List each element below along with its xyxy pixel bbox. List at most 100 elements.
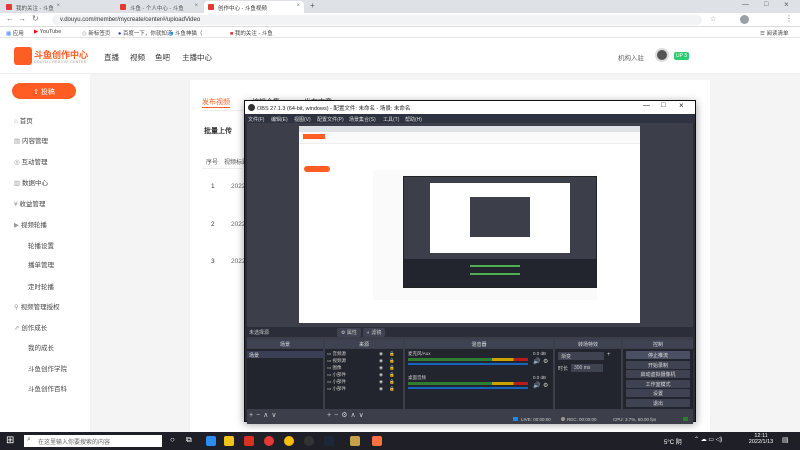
- taskbar-search[interactable]: ⌕ 在这里输入你要搜索的内容: [24, 435, 162, 447]
- upload-button[interactable]: ⇧ 投稿: [12, 83, 76, 99]
- stop-streaming-button[interactable]: 停止推流: [626, 351, 690, 359]
- chrome-icon[interactable]: [284, 436, 294, 446]
- app-icon[interactable]: [244, 436, 254, 446]
- new-tab-icon[interactable]: +: [310, 1, 315, 10]
- sidebar-item[interactable]: 轮播设置: [28, 240, 54, 250]
- source-item[interactable]: ▭ 视频源 ◉ 🔒: [327, 358, 401, 364]
- bookmark-follow[interactable]: ■ 我的关注 - 斗鱼: [230, 29, 273, 37]
- lock-icon[interactable]: 🔒: [389, 365, 395, 371]
- transition-select[interactable]: 渐变: [558, 352, 604, 360]
- nav-anchor-center[interactable]: 主播中心: [182, 52, 212, 63]
- scene-item[interactable]: 场景: [247, 351, 323, 359]
- maximize-icon[interactable]: □: [764, 1, 768, 8]
- lock-icon[interactable]: 🔒: [389, 386, 395, 392]
- start-recording-button[interactable]: 开始录制: [626, 360, 690, 369]
- profile-avatar-icon[interactable]: [740, 15, 749, 24]
- lock-icon[interactable]: 🔒: [389, 351, 395, 357]
- gear-icon[interactable]: ⚙: [543, 358, 548, 365]
- source-item[interactable]: ▭ 小部件 ◉ 🔒: [327, 386, 401, 392]
- windows-start-icon[interactable]: ⊞: [6, 435, 14, 446]
- back-icon[interactable]: ←: [6, 14, 14, 23]
- settings-button[interactable]: 设置: [626, 389, 690, 397]
- sidebar-item[interactable]: 定时轮播: [28, 281, 54, 291]
- edge-icon[interactable]: [206, 436, 216, 446]
- gear-icon[interactable]: ⚙: [543, 382, 548, 389]
- bookmark-baidu[interactable]: ● 百度一下，你就知道: [118, 29, 172, 37]
- menu-tools[interactable]: 工具(T): [383, 116, 399, 123]
- maximize-icon[interactable]: □: [661, 102, 665, 109]
- properties-button[interactable]: ⚙ 属性: [337, 328, 361, 337]
- menu-help[interactable]: 帮助(H): [405, 116, 422, 123]
- sidebar-item[interactable]: ⌂ 首页: [14, 115, 33, 125]
- netease-music-icon[interactable]: [264, 436, 274, 446]
- sidebar-item[interactable]: ▶ 视频轮播: [14, 219, 47, 229]
- browser-tab[interactable]: 斗鱼 - 个人中心 - 斗鱼 ×: [116, 1, 202, 13]
- add-icon[interactable]: +: [607, 352, 611, 358]
- speaker-icon[interactable]: 🔊: [533, 358, 540, 365]
- sidebar-item[interactable]: ▥ 数据中心: [14, 177, 48, 187]
- menu-profile[interactable]: 配置文件(P): [317, 116, 344, 123]
- obs-preview-area[interactable]: 未选择源 ⚙ 属性 ◐ 滤镜 场景 来源 混音器 转场特效 控制 场景 ▭ 音频…: [247, 123, 693, 424]
- bookmark-youtube[interactable]: ▶ YouTube: [34, 29, 61, 35]
- sidebar-item[interactable]: ▤ 内容管理: [14, 135, 48, 145]
- app-icon[interactable]: [350, 436, 360, 446]
- menu-view[interactable]: 视图(V): [294, 116, 311, 123]
- menu-scene-collection[interactable]: 场景集合(S): [349, 116, 376, 123]
- reading-list[interactable]: ☰ 阅读清单: [760, 29, 788, 37]
- visibility-eye-icon[interactable]: ◉: [379, 351, 383, 357]
- task-view-icon[interactable]: ⧉: [186, 435, 192, 445]
- browser-tab-active[interactable]: 创作中心 - 斗鱼视频 ×: [204, 1, 304, 13]
- user-avatar[interactable]: [655, 48, 669, 62]
- obs-icon[interactable]: [304, 436, 314, 446]
- sidebar-item[interactable]: ⚲ 视频管理授权: [14, 301, 60, 311]
- menu-edit[interactable]: 编辑(E): [271, 116, 288, 123]
- sidebar-item[interactable]: 斗鱼创作百科: [28, 383, 67, 393]
- source-item[interactable]: ▭ 小部件 ◉ 🔒: [327, 379, 401, 385]
- bookmark-douyu[interactable]: ■ 斗鱼神猫（: [170, 29, 202, 37]
- obs-window[interactable]: OBS 27.1.3 (64-bit, windows) - 配置文件: 未命名…: [244, 100, 696, 424]
- nav-fishbar[interactable]: 鱼吧: [155, 52, 170, 63]
- system-tray-icons[interactable]: ⌃ ☁ ▭ ◁): [694, 436, 722, 443]
- visibility-eye-icon[interactable]: ◉: [379, 372, 383, 378]
- visibility-eye-icon[interactable]: ◉: [379, 379, 383, 385]
- visibility-eye-icon[interactable]: ◉: [379, 358, 383, 364]
- menu-file[interactable]: 文件(F): [248, 116, 264, 123]
- browser-tab[interactable]: 我的关注 - 斗鱼 ×: [2, 1, 64, 13]
- nav-live[interactable]: 直播: [104, 52, 119, 63]
- more-menu-icon[interactable]: ⋮: [785, 14, 793, 23]
- close-icon[interactable]: ×: [194, 3, 198, 9]
- sidebar-item[interactable]: ¥ 收益管理: [14, 198, 45, 208]
- sidebar-item[interactable]: 斗鱼创作学院: [28, 363, 67, 373]
- start-virtual-camera-button[interactable]: 启动虚拟摄像机: [626, 370, 690, 378]
- minimize-icon[interactable]: —: [643, 102, 650, 109]
- visibility-eye-icon[interactable]: ◉: [379, 386, 383, 392]
- file-explorer-icon[interactable]: [224, 436, 234, 446]
- volume-slider[interactable]: [408, 387, 528, 389]
- lock-icon[interactable]: 🔒: [389, 379, 395, 385]
- bookmark-apps[interactable]: ▦ 应用: [6, 29, 24, 37]
- duration-input[interactable]: 300 ms: [571, 364, 603, 372]
- sidebar-item[interactable]: ⇗ 创作成长: [14, 322, 47, 332]
- lock-icon[interactable]: 🔒: [389, 372, 395, 378]
- filters-button[interactable]: ◐ 滤镜: [363, 328, 386, 337]
- close-window-icon[interactable]: ×: [784, 0, 789, 9]
- lock-icon[interactable]: 🔒: [389, 358, 395, 364]
- reload-icon[interactable]: ↻: [32, 14, 39, 23]
- tab-publish-video[interactable]: 发布视频: [202, 97, 230, 107]
- sources-list[interactable]: ▭ 音频源 ◉ 🔒 ▭ 视频源 ◉ 🔒 ▭ 图像 ◉ 🔒 ▭ 小部件 ◉ 🔒 ▭ 小部件 ◉ 🔒 ▭ 小部件 ◉…: [325, 349, 403, 409]
- app-icon[interactable]: [372, 436, 382, 446]
- close-icon[interactable]: ×: [679, 101, 684, 110]
- scenes-list[interactable]: 场景: [247, 349, 323, 409]
- studio-mode-button[interactable]: 工作室模式: [626, 379, 690, 388]
- close-icon[interactable]: ×: [296, 3, 300, 9]
- cortana-icon[interactable]: ○: [170, 435, 175, 444]
- exit-button[interactable]: 退出: [626, 398, 690, 407]
- nav-video[interactable]: 视频: [130, 52, 145, 63]
- close-icon[interactable]: ×: [56, 3, 60, 9]
- source-item[interactable]: ▭ 小部件 ◉ 🔒: [327, 372, 401, 378]
- weather-label[interactable]: 5°C 阴: [664, 437, 682, 446]
- url-field[interactable]: v.douyu.com/member/mycreate/center#/uplo…: [52, 15, 702, 25]
- source-item[interactable]: ▭ 音频源 ◉ 🔒: [327, 351, 401, 357]
- minimize-icon[interactable]: —: [742, 1, 749, 8]
- notification-icon[interactable]: ▤: [782, 436, 789, 444]
